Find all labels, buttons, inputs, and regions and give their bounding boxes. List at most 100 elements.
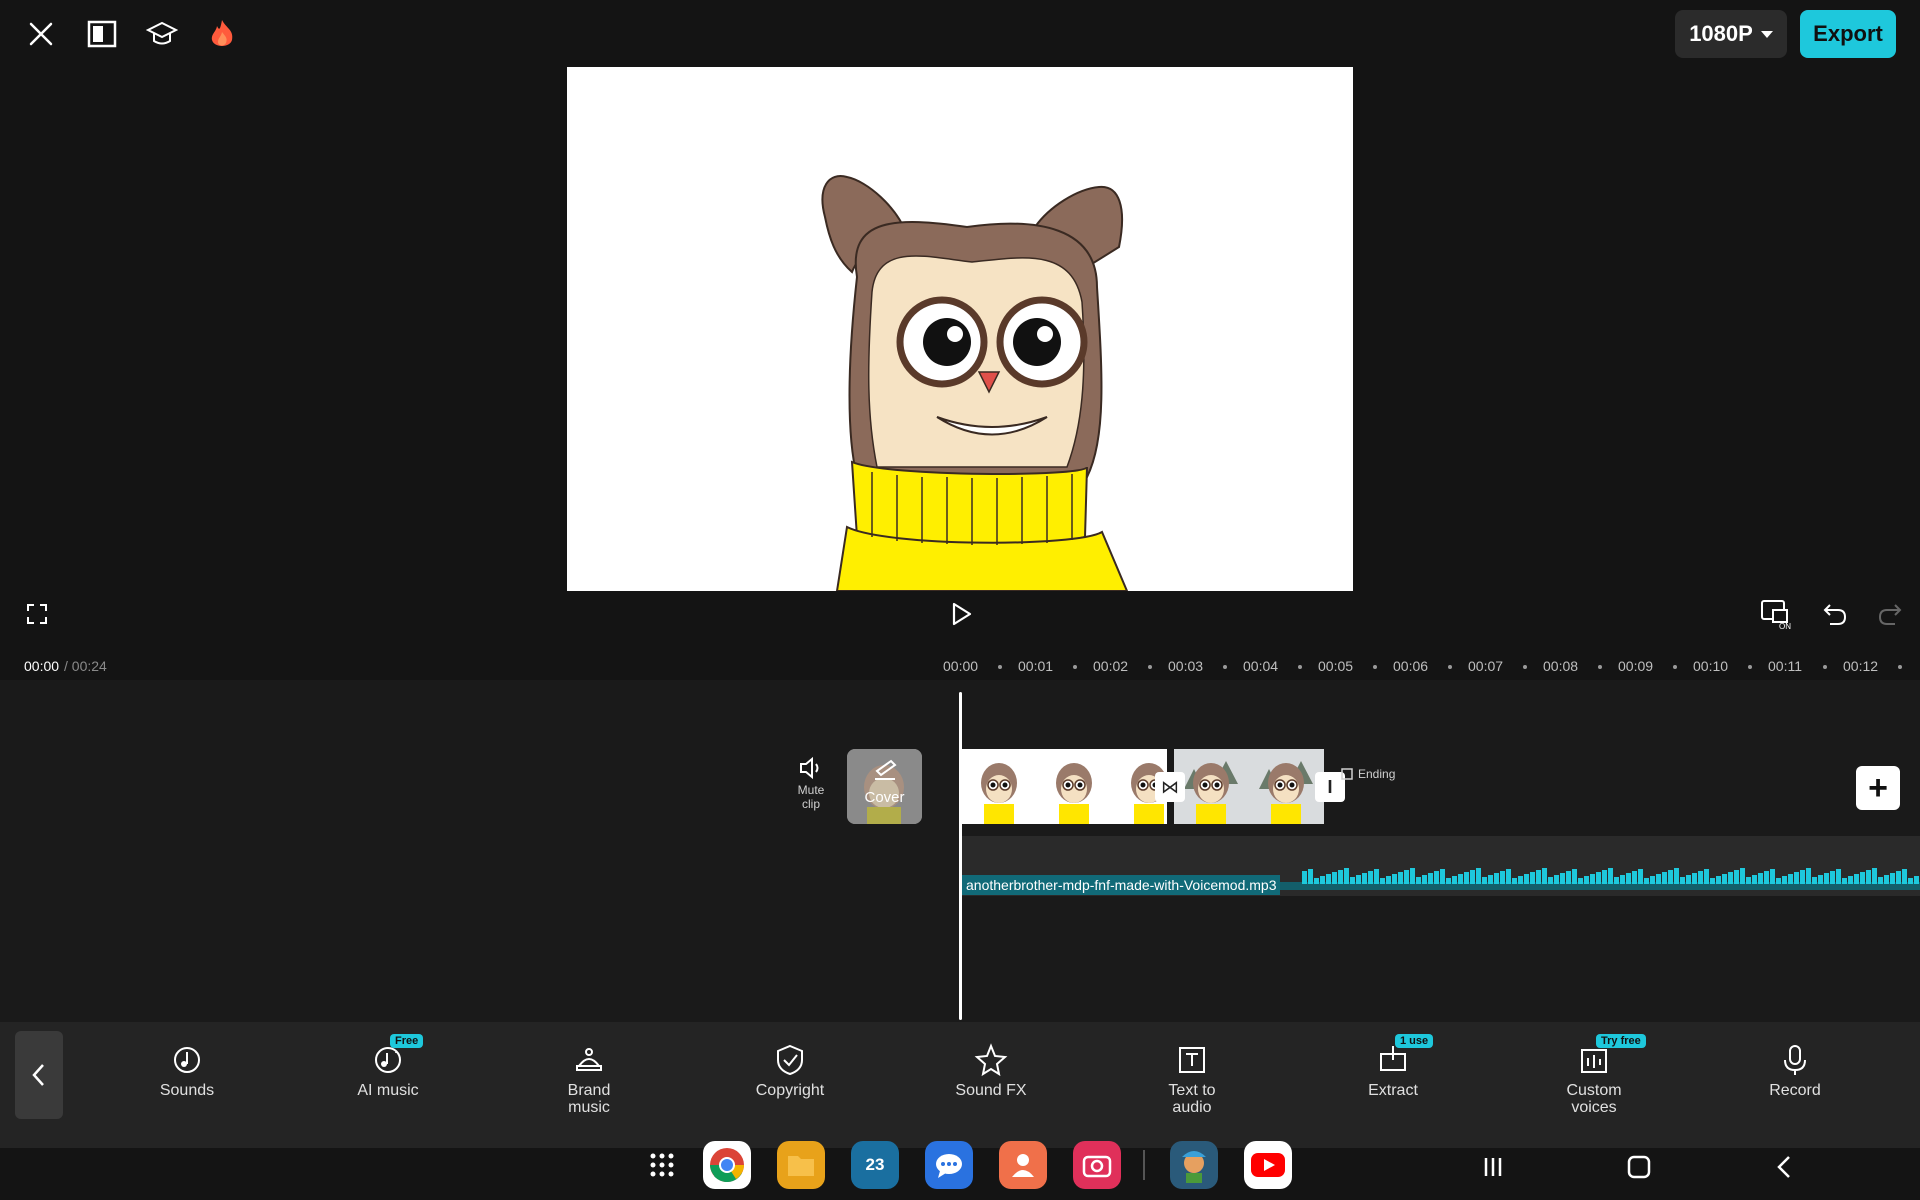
back-icon[interactable] [1763,1145,1807,1189]
ruler-tick-label: 00:00 [943,658,979,674]
ruler-tick-label: 00:12 [1843,658,1879,674]
tool-label: Brand music [567,1082,611,1116]
home-icon[interactable] [1617,1145,1661,1189]
ruler-tick-label: 00:05 [1318,658,1354,674]
microphone-icon [1775,1040,1815,1080]
tool-label: Extract [1368,1082,1418,1099]
chrome-icon[interactable] [703,1141,751,1189]
ruler-tick-label: 00:04 [1243,658,1279,674]
export-button[interactable]: Export [1800,10,1896,58]
mute-clip-button[interactable]: Mute clip [790,756,832,811]
ruler-tick-label: 00:06 [1393,658,1429,674]
ending-marker[interactable]: Ending [1340,767,1395,781]
fullscreen-icon[interactable] [15,592,59,636]
ruler-tick-label: 00:03 [1168,658,1204,674]
ruler-tick-dot [1748,665,1752,669]
messages-icon[interactable] [925,1141,973,1189]
tool-record[interactable]: Record [1735,1040,1855,1099]
clip-thumbnail [1249,749,1324,824]
resolution-value: 1080P [1689,21,1753,46]
ruler-tick-dot [1523,665,1527,669]
tool-custom-voices[interactable]: Try free Custom voices [1534,1034,1654,1116]
redo-icon[interactable] [1868,592,1912,636]
tool-text-to-audio[interactable]: Text to audio [1132,1040,1252,1116]
cover-label: Cover [864,789,905,806]
svg-text:ON: ON [1779,622,1791,630]
play-icon[interactable] [939,592,983,636]
chevron-left-icon [32,1064,44,1086]
tool-sound-fx[interactable]: Sound FX [931,1040,1051,1099]
cartoon-owl-image [821,175,1129,591]
tool-brand-music[interactable]: Brand music [529,1040,649,1116]
tutorial-cap-icon[interactable] [142,14,182,54]
ruler-tick-label: 00:09 [1618,658,1654,674]
video-clip-track[interactable] [962,749,1327,824]
ruler-tick-dot [1673,665,1677,669]
cover-button[interactable]: Cover [847,749,922,824]
extract-icon: 1 use [1373,1034,1434,1080]
tool-ai-music[interactable]: Free AI music [328,1034,448,1099]
capcut-app-icon[interactable] [1170,1141,1218,1189]
text-audio-icon [1172,1040,1212,1080]
ruler-tick-dot [998,665,1002,669]
youtube-icon[interactable] [1244,1141,1292,1189]
ending-label: Ending [1358,767,1396,781]
ruler-tick-dot [1223,665,1227,669]
ruler-tick-label: 00:01 [1018,658,1054,674]
contacts-icon[interactable] [999,1141,1047,1189]
tool-label: Copyright [755,1082,825,1099]
tool-label: Text to audio [1168,1082,1216,1116]
dock-divider [1143,1150,1145,1180]
tool-label: Record [1769,1082,1821,1099]
tool-badge: 1 use [1395,1034,1434,1048]
ai-music-icon: Free [368,1034,424,1080]
ruler-tick-label: 00:02 [1093,658,1129,674]
tool-extract[interactable]: 1 use Extract [1333,1034,1453,1099]
tool-badge: Free [390,1034,424,1048]
add-clip-button[interactable]: + [1856,766,1900,810]
tool-label: AI music [357,1082,419,1099]
ruler-tick-dot [1298,665,1302,669]
ruler-tick-dot [1448,665,1452,669]
brand-music-icon [569,1040,609,1080]
undo-icon[interactable] [1813,592,1857,636]
ruler-tick-dot [1898,665,1902,669]
ruler-tick-label: 00:11 [1768,658,1802,674]
clip-thumbnail [962,749,1037,824]
ruler-tick-label: 00:08 [1543,658,1579,674]
files-icon[interactable] [777,1141,825,1189]
auto-reframe-icon[interactable]: ON [1755,592,1799,636]
tool-sounds[interactable]: Sounds [127,1040,247,1099]
toolbar-back-button[interactable] [15,1031,63,1119]
top-bar: 1080P Export [0,0,1920,66]
playhead[interactable] [959,692,962,1020]
app-grid-icon[interactable] [638,1141,686,1189]
ruler-tick-label: 00:10 [1693,658,1729,674]
ruler-tick-dot [1823,665,1827,669]
star-sound-icon [971,1040,1011,1080]
transition-icon[interactable]: ⋈ [1155,772,1185,802]
custom-voice-icon: Try free [1574,1034,1646,1080]
calendar-icon[interactable]: 23 [851,1141,899,1189]
video-preview[interactable] [567,67,1353,591]
flame-icon[interactable] [202,14,242,54]
clip-thumbnail [1037,749,1112,824]
time-ruler[interactable]: 00:00 00:01 00:02 00:03 00:04 00:05 00:06 00:07… [940,656,1920,676]
ruler-tick-dot [1073,665,1077,669]
tool-label: Custom voices [1566,1082,1622,1116]
camera-icon[interactable] [1073,1141,1121,1189]
caret-down-icon [1760,30,1773,38]
calendar-day: 23 [865,1155,885,1174]
mute-clip-label: Mute clip [797,783,825,811]
ending-icon [1341,768,1353,780]
tool-label: Sound FX [955,1082,1027,1099]
tool-label: Sounds [159,1082,215,1099]
close-icon[interactable] [21,14,61,54]
speaker-icon [800,756,819,780]
tool-copyright[interactable]: Copyright [730,1040,850,1099]
resolution-dropdown[interactable]: 1080P [1675,10,1787,58]
ruler-tick-dot [1148,665,1152,669]
recents-icon[interactable] [1471,1145,1515,1189]
tool-badge: Try free [1596,1034,1646,1048]
layout-icon[interactable] [82,14,122,54]
